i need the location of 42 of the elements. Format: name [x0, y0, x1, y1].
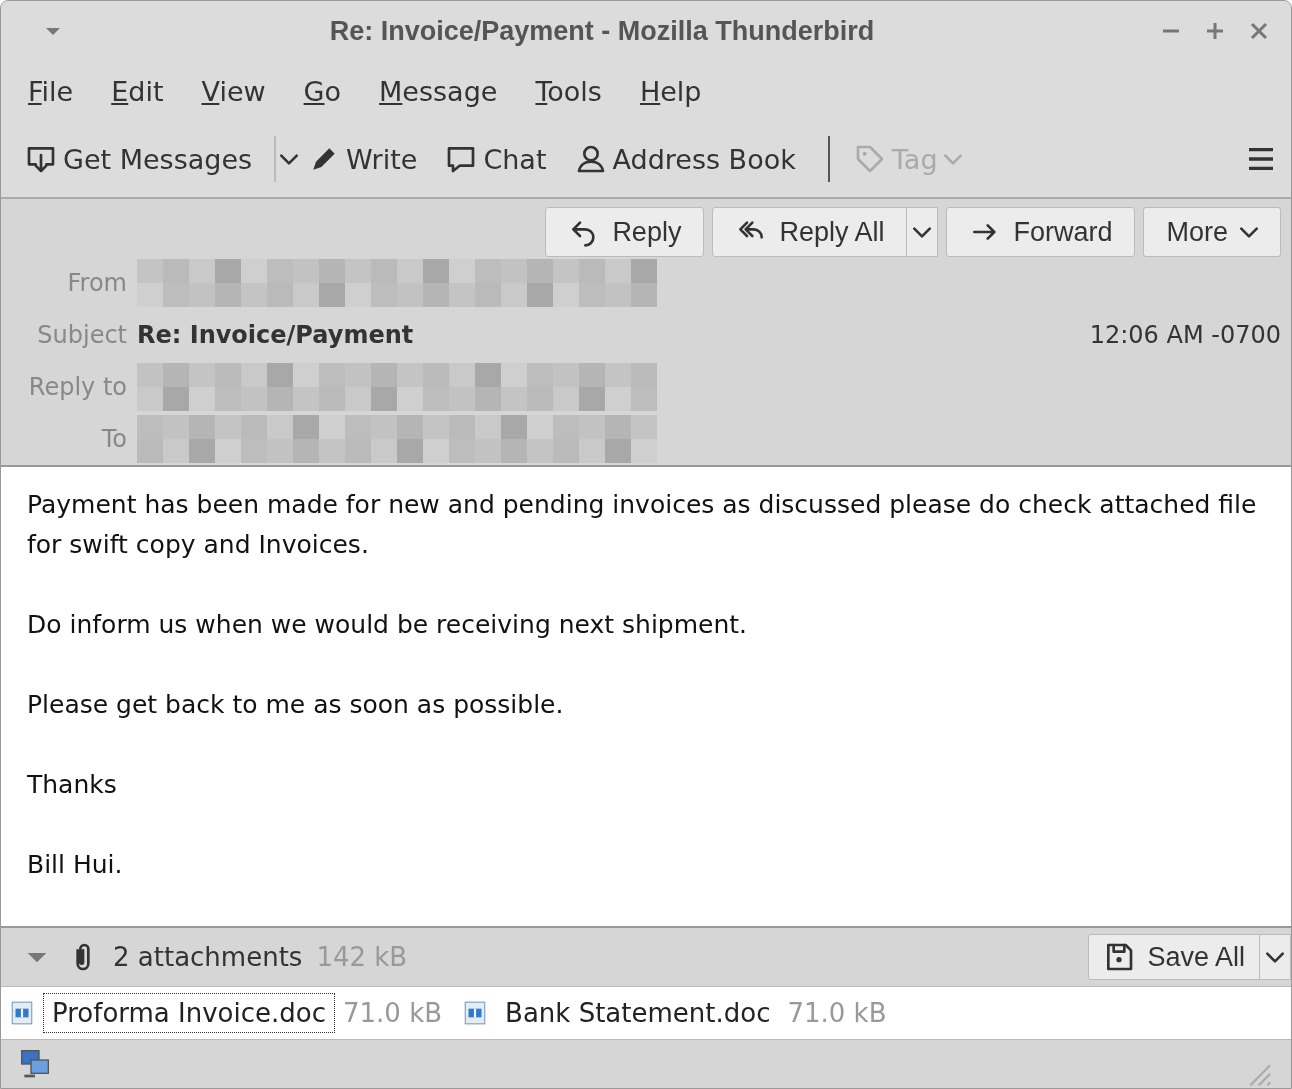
- document-icon: [9, 999, 35, 1027]
- reply-button[interactable]: Reply: [545, 207, 705, 257]
- network-icon: [19, 1048, 51, 1080]
- field-label: From: [66, 269, 128, 297]
- toolbar-button[interactable]: Address Book: [612, 143, 796, 175]
- attachment-name[interactable]: Proforma Invoice.doc: [43, 993, 335, 1033]
- attachment-size: 71.0 kB: [343, 998, 443, 1028]
- menu-item[interactable]: Message: [366, 69, 511, 113]
- menu-item[interactable]: Edit: [98, 69, 177, 113]
- menu-item[interactable]: Help: [626, 69, 715, 113]
- reply-all-button[interactable]: Reply All: [712, 207, 908, 257]
- more-button[interactable]: More: [1143, 207, 1281, 257]
- menu-item[interactable]: Go: [290, 69, 355, 113]
- body-paragraph: Please get back to me as soon as possible.: [27, 689, 565, 721]
- toolbar-button[interactable]: Write: [346, 143, 418, 175]
- menu-item[interactable]: File: [15, 69, 87, 113]
- attachment-total-size: 142 kB: [316, 942, 408, 972]
- caret-icon: [1266, 951, 1284, 963]
- message-date: 12:06 AM -0700: [1089, 321, 1281, 349]
- attachment-size: 71.0 kB: [787, 998, 887, 1028]
- body-paragraph: Bill Hui.: [27, 849, 124, 881]
- body-paragraph: Thanks: [27, 769, 118, 801]
- attachment-name[interactable]: Bank Statement.doc: [496, 993, 780, 1033]
- caret-icon: [913, 226, 932, 238]
- menu-item[interactable]: View: [188, 69, 279, 113]
- field-label: Reply to: [27, 373, 128, 401]
- forward-button[interactable]: Forward: [946, 207, 1136, 257]
- menu-item[interactable]: Tools: [522, 69, 615, 113]
- toolbar-button[interactable]: Get Messages: [63, 143, 253, 175]
- dropdown-button[interactable]: [1260, 934, 1291, 980]
- save-all-button[interactable]: Save All: [1088, 934, 1260, 980]
- dropdown-button[interactable]: [907, 207, 939, 257]
- subject-value: Re: Invoice/Payment: [137, 321, 415, 349]
- attachment-count: 2 attachments: [113, 942, 303, 972]
- field-label: Subject: [36, 321, 128, 349]
- body-paragraph: Do inform us when we would be receiving next shipment.: [27, 609, 749, 641]
- body-paragraph: Payment has been made for new and pending invoices as discussed please do check attached file for swift copy and Invoices.: [27, 489, 1258, 561]
- window-title: Re: Invoice/Payment - Mozilla Thunderbird: [328, 15, 876, 47]
- caret-icon[interactable]: [280, 153, 299, 165]
- field-label: To: [100, 425, 128, 453]
- caret-icon: [1240, 226, 1258, 238]
- toolbar-button[interactable]: Chat: [483, 143, 547, 175]
